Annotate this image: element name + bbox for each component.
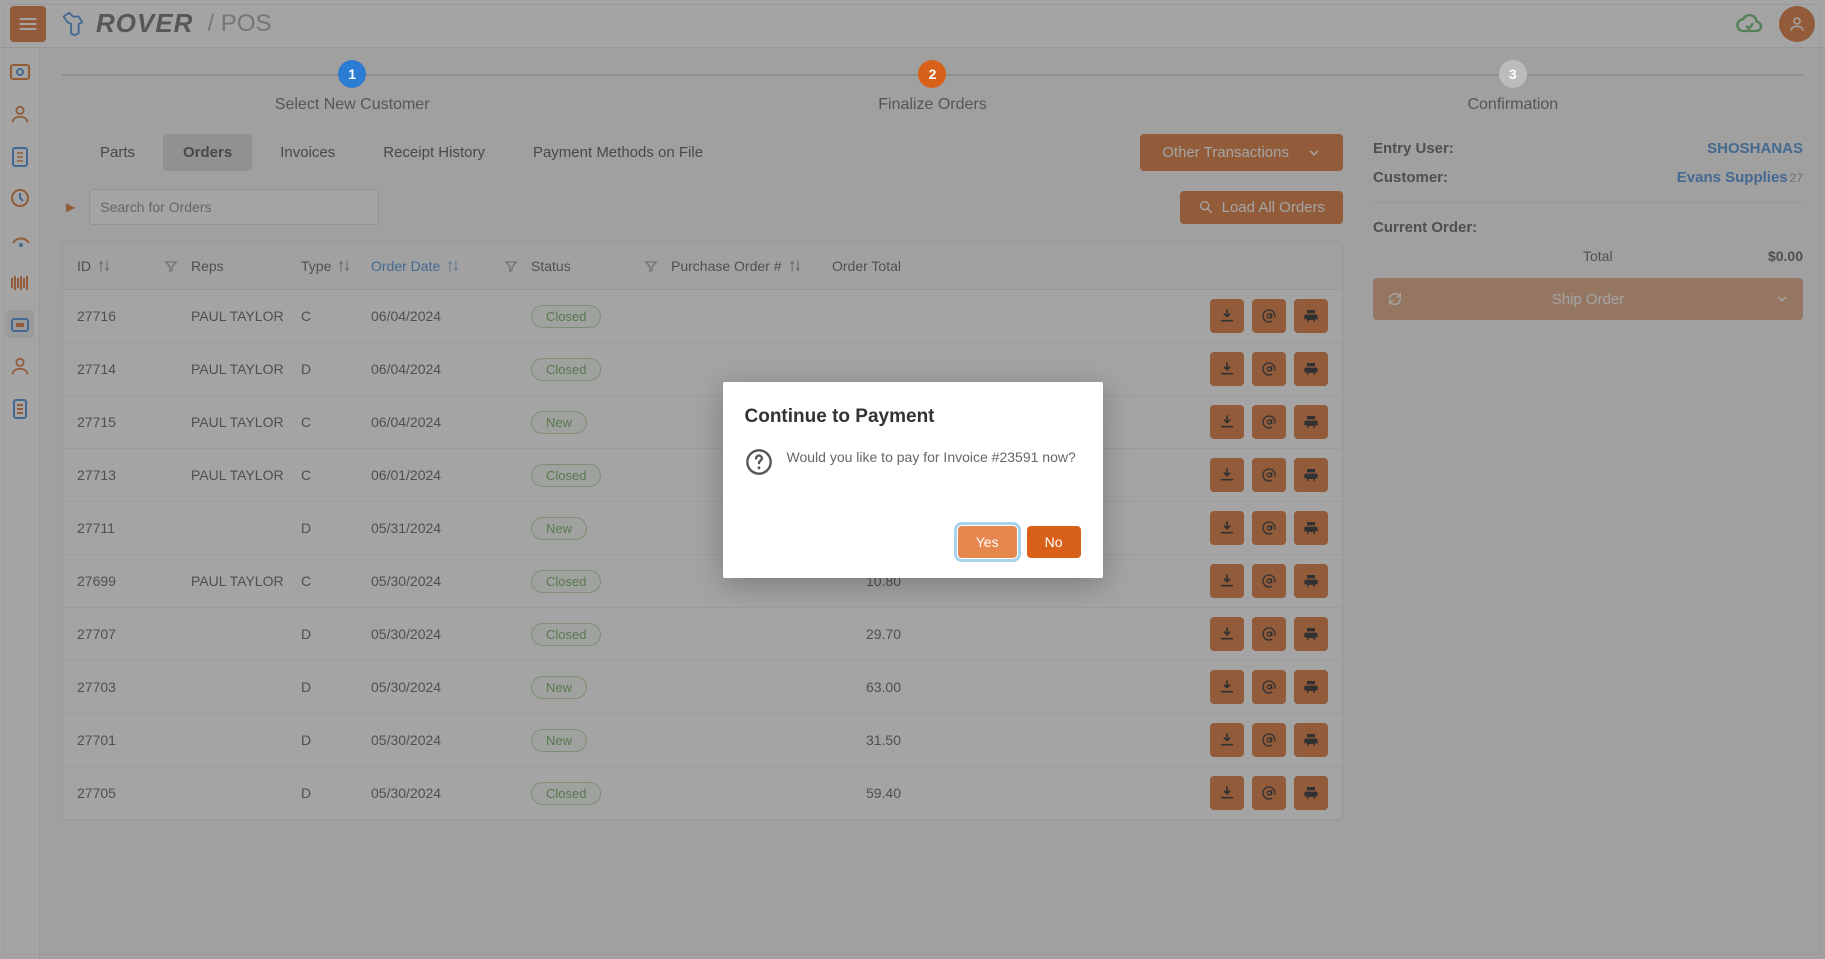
continue-to-payment-modal: Continue to Payment Would you like to pa… [723,382,1103,578]
no-button[interactable]: No [1027,526,1081,558]
step-1[interactable]: 1 Select New Customer [62,60,642,114]
step-2-label: Finalize Orders [878,96,986,114]
modal-title: Continue to Payment [745,406,1081,428]
question-icon [745,448,773,476]
step-2[interactable]: 2 Finalize Orders [642,60,1222,114]
stepper: 1 Select New Customer 2 Finalize Orders … [62,60,1803,114]
step-1-circle: 1 [338,60,366,88]
step-3-circle: 3 [1499,60,1527,88]
step-1-label: Select New Customer [275,96,430,114]
step-2-circle: 2 [918,60,946,88]
modal-message: Would you like to pay for Invoice #23591… [787,448,1076,468]
step-3-label: Confirmation [1467,96,1558,114]
yes-button[interactable]: Yes [958,526,1017,558]
step-3[interactable]: 3 Confirmation [1223,60,1803,114]
